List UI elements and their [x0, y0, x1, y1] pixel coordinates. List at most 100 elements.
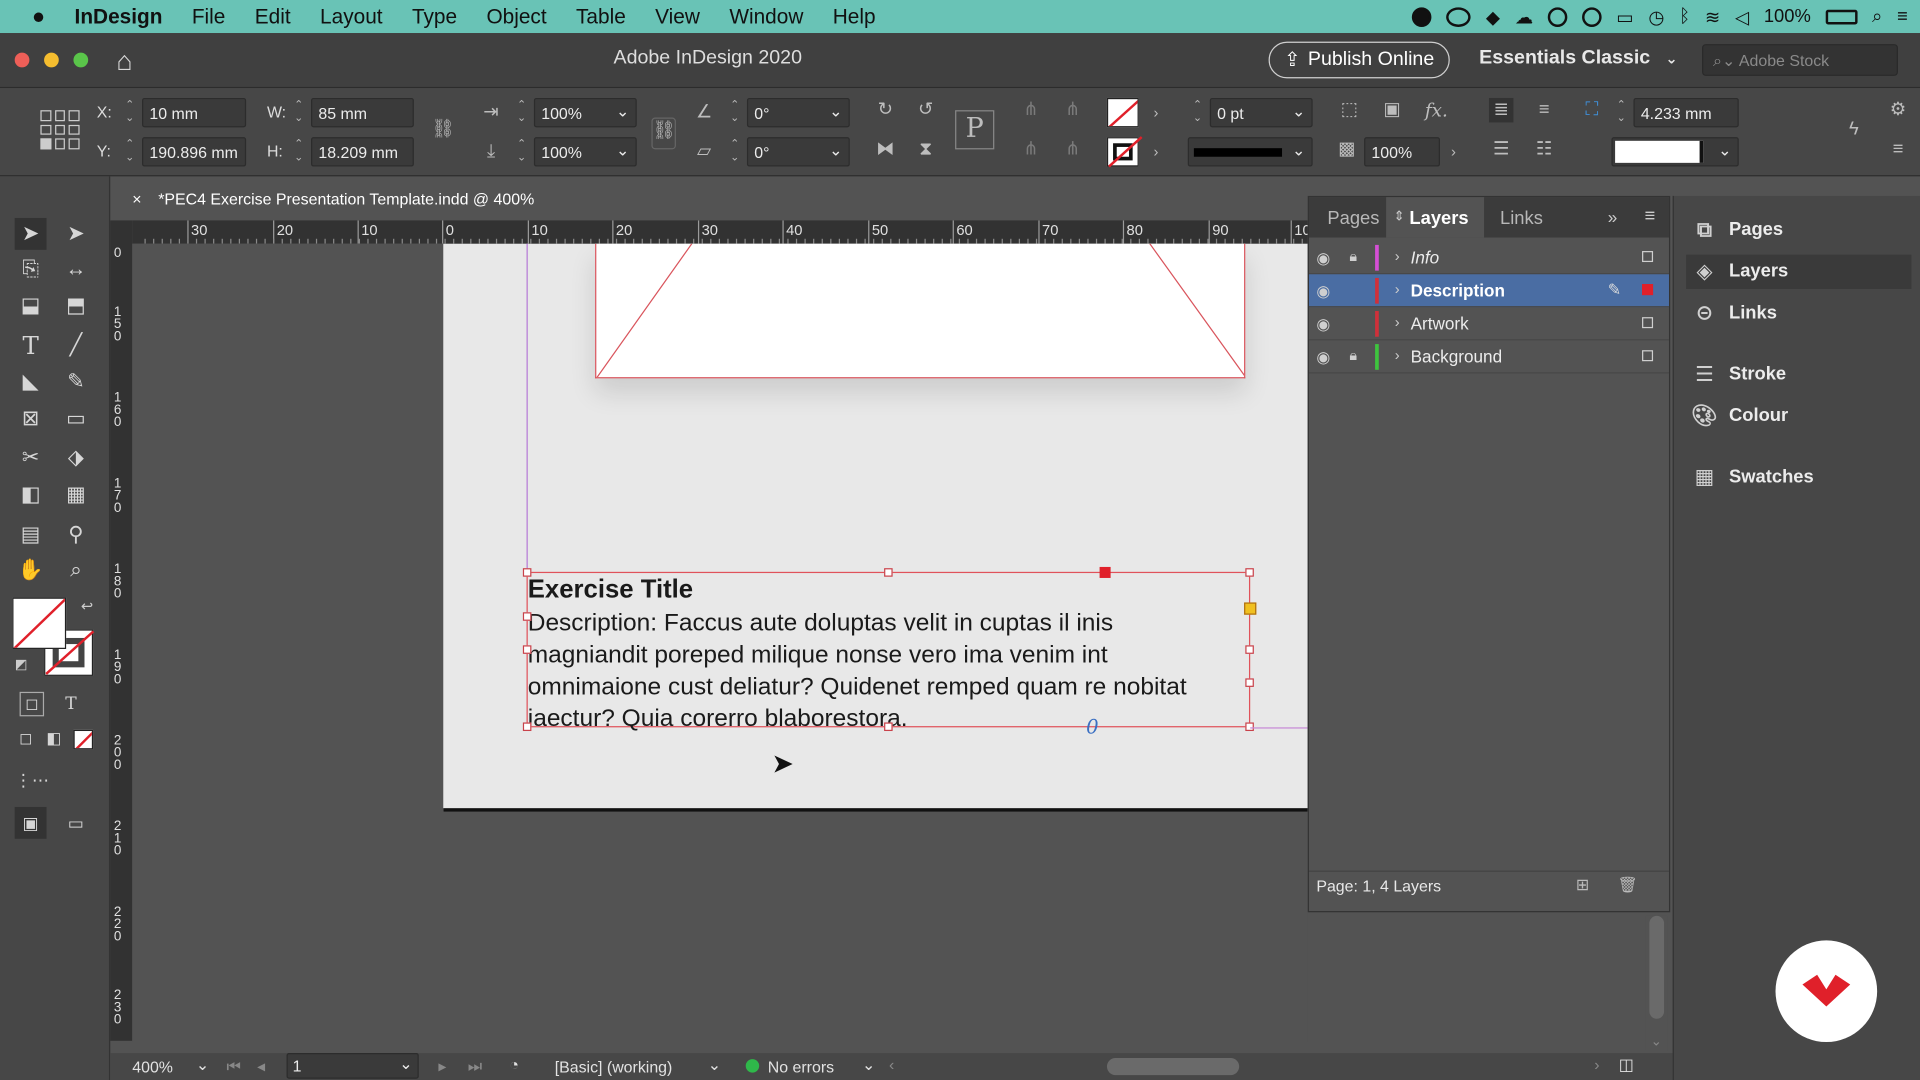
screen-mode-preview-icon[interactable]: ▭: [60, 807, 92, 839]
select-container-icon[interactable]: ⋔: [1019, 98, 1043, 122]
opacity-field[interactable]: 100%: [1364, 137, 1441, 167]
selection-tool-icon[interactable]: ➤: [14, 217, 47, 250]
bluetooth-icon[interactable]: ᛒ: [1679, 6, 1690, 27]
horizontal-ruler[interactable]: 30 20 10 0 10 20 30 40 50 60 70 80 90 10: [132, 220, 1308, 244]
rotate-cw-icon[interactable]: ↻: [873, 98, 897, 122]
layer-select-square-icon[interactable]: [1642, 251, 1654, 263]
creative-cloud-icon[interactable]: [1446, 6, 1472, 27]
document-page[interactable]: Exercise Title Description: Faccus aute …: [443, 243, 1308, 812]
split-view-icon[interactable]: ◫: [1619, 1056, 1634, 1076]
dock-item-swatches[interactable]: ▦ Swatches: [1686, 460, 1911, 494]
wifi-icon[interactable]: ≋: [1705, 6, 1720, 28]
swap-colors-icon[interactable]: ↩: [81, 598, 93, 615]
scroll-right-icon[interactable]: ›: [1594, 1056, 1599, 1074]
apply-gradient-icon[interactable]: ◧: [38, 722, 70, 754]
apply-color-icon[interactable]: ◻: [10, 722, 42, 754]
description-text[interactable]: Description: Faccus aute doluptas velit …: [528, 607, 1226, 734]
stroke-weight-stepper-icon[interactable]: ⌃ ⌄: [1188, 98, 1208, 127]
vertical-scrollbar[interactable]: ⌄: [1645, 915, 1668, 1051]
time-machine-icon[interactable]: ◷: [1648, 6, 1664, 28]
formatting-text-icon[interactable]: T: [55, 688, 87, 720]
in-port-handle[interactable]: [522, 612, 532, 621]
menu-table[interactable]: Table: [561, 4, 640, 28]
tab-pages[interactable]: Pages: [1327, 208, 1379, 229]
apple-menu-icon[interactable]: ●: [0, 4, 60, 30]
screen-mode-normal-icon[interactable]: ▣: [14, 806, 47, 839]
vertical-ruler[interactable]: 0 150 160 170 180 190 200 210 220 230: [110, 220, 133, 1041]
align-center-icon[interactable]: ≡: [1532, 98, 1556, 122]
layer-name[interactable]: Background: [1411, 347, 1502, 367]
hand-tool-icon[interactable]: ✋: [15, 555, 47, 587]
direct-selection-tool-icon[interactable]: ➤: [60, 218, 92, 250]
exercise-title-text[interactable]: Exercise Title: [528, 576, 693, 605]
lock-icon[interactable]: 🔒︎: [1349, 347, 1366, 364]
do-not-disturb-icon[interactable]: [1582, 6, 1602, 27]
y-position-field[interactable]: 190.896 mm: [142, 137, 247, 167]
expand-arrow-icon[interactable]: ›: [1395, 280, 1400, 297]
fill-menu-chevron-icon[interactable]: ›: [1144, 100, 1168, 124]
next-page-icon[interactable]: ▸: [438, 1057, 446, 1077]
scale-x-field[interactable]: 100% ⌄: [533, 97, 637, 128]
preflight-icon[interactable]: ◔: [509, 1056, 519, 1074]
expand-arrow-icon[interactable]: ›: [1395, 313, 1400, 330]
apply-none-icon[interactable]: [73, 729, 94, 750]
menu-indesign[interactable]: InDesign: [60, 4, 177, 28]
shear-stepper-icon[interactable]: ⌃ ⌄: [725, 137, 745, 166]
shear-field[interactable]: 0° ⌄: [746, 137, 850, 167]
formatting-container-icon[interactable]: ◻: [19, 691, 45, 717]
frame-fitting-icon[interactable]: ⬚: [1337, 98, 1361, 122]
flip-horizontal-icon[interactable]: ⧓: [873, 137, 897, 161]
visibility-eye-icon[interactable]: ◉: [1316, 249, 1336, 267]
adobe-stock-search[interactable]: ⌕⌄ Adobe Stock: [1702, 44, 1898, 76]
layer-name[interactable]: Description: [1411, 280, 1505, 300]
handle-bottom-left[interactable]: [522, 722, 532, 732]
dock-item-colour[interactable]: 🎨︎ Colour: [1686, 399, 1911, 433]
dock-item-pages[interactable]: ⧉ Pages: [1686, 213, 1911, 247]
effects-icon[interactable]: fx.: [1424, 98, 1448, 122]
stroke-swatch[interactable]: [1106, 136, 1143, 168]
stroke-menu-chevron-icon[interactable]: ›: [1144, 140, 1168, 164]
last-page-icon[interactable]: ⏭: [468, 1057, 482, 1077]
dropbox-icon[interactable]: ◆: [1486, 6, 1500, 28]
stroke-weight-field[interactable]: 0 pt ⌄: [1209, 97, 1313, 128]
menu-edit[interactable]: Edit: [240, 4, 305, 28]
link-scale-icon[interactable]: ⛓: [651, 117, 676, 150]
first-page-icon[interactable]: ⏮: [227, 1057, 241, 1077]
menu-help[interactable]: Help: [818, 4, 890, 28]
default-colors-icon[interactable]: ◩: [15, 656, 28, 673]
reference-point-icon[interactable]: [40, 110, 80, 150]
rotate-stepper-icon[interactable]: ⌃ ⌄: [725, 98, 745, 127]
spacing-field[interactable]: 4.233 mm: [1633, 97, 1739, 128]
flip-vertical-icon[interactable]: ⧗: [913, 137, 937, 161]
collapse-panel-icon[interactable]: »: [1608, 207, 1618, 227]
scale-y-field[interactable]: 100% ⌄: [533, 137, 637, 167]
height-field[interactable]: 18.209 mm: [311, 137, 414, 167]
preflight-status[interactable]: No errors: [768, 1058, 834, 1076]
menu-layout[interactable]: Layout: [305, 4, 397, 28]
fill-stroke-swatches[interactable]: ↩ ◩: [12, 597, 95, 676]
layer-row-background[interactable]: ◉ 🔒︎ › Background: [1308, 340, 1669, 374]
menu-type[interactable]: Type: [397, 4, 472, 28]
scale-x-stepper-icon[interactable]: ⌃ ⌄: [512, 98, 532, 127]
gap-tool-icon[interactable]: ↔: [60, 253, 92, 285]
workspace-switcher[interactable]: Essentials Classic ⌄: [1479, 48, 1678, 70]
publish-online-button[interactable]: ⇪ Publish Online: [1268, 41, 1450, 79]
layer-row-artwork[interactable]: ◉ › Artwork: [1308, 307, 1669, 341]
page-number-field[interactable]: 1 ⌄: [286, 1053, 419, 1079]
close-tab-icon[interactable]: ×: [132, 190, 141, 208]
align-top-icon[interactable]: ≣: [1488, 97, 1514, 123]
select-content-icon[interactable]: ⋔: [1019, 137, 1043, 161]
volume-icon[interactable]: ◁: [1735, 6, 1749, 28]
rectangle-tool-icon[interactable]: ▭: [60, 403, 92, 435]
menu-object[interactable]: Object: [472, 4, 562, 28]
new-layer-icon[interactable]: ⊞: [1576, 876, 1589, 896]
eyedropper-tool-icon[interactable]: ⚲: [60, 519, 92, 551]
drop-shadow-icon[interactable]: ▣: [1380, 98, 1404, 122]
vertical-scrollbar-thumb[interactable]: [1649, 915, 1665, 1019]
zoom-level[interactable]: 400%: [132, 1058, 173, 1076]
document-tab[interactable]: × *PEC4 Exercise Presentation Template.i…: [112, 180, 572, 217]
panel-menu-icon[interactable]: ≡: [1644, 206, 1655, 227]
scissors-tool-icon[interactable]: ✂: [15, 442, 47, 474]
menu-view[interactable]: View: [640, 4, 714, 28]
layer-name[interactable]: Info: [1411, 247, 1440, 267]
